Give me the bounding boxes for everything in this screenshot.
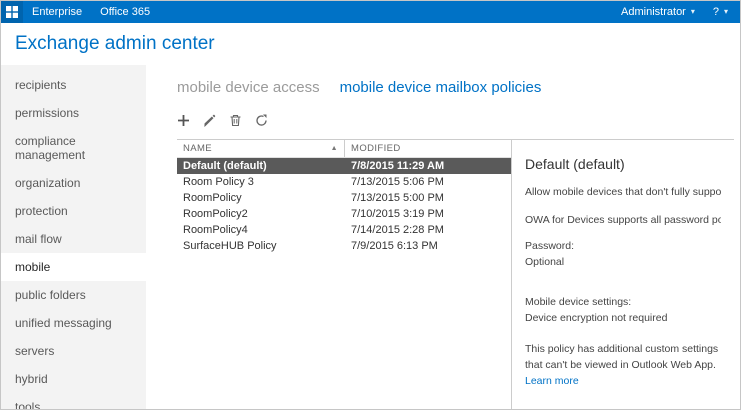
sidebar-item-public-folders[interactable]: public folders: [1, 281, 146, 309]
table-row[interactable]: SurfaceHUB Policy 7/9/2015 6:13 PM: [177, 238, 511, 254]
details-title: Default (default): [525, 156, 721, 172]
table-row[interactable]: Default (default) 7/8/2015 11:29 AM: [177, 158, 511, 174]
add-icon: [177, 114, 190, 130]
table-row[interactable]: RoomPolicy 7/13/2015 5:00 PM: [177, 190, 511, 206]
policy-modified: 7/13/2015 5:00 PM: [345, 190, 444, 206]
delete-icon: [229, 114, 242, 130]
user-menu[interactable]: Administrator ▾: [621, 6, 695, 18]
tab-mobile-device-access[interactable]: mobile device access: [177, 79, 320, 96]
password-label: Password:: [525, 240, 721, 252]
details-description: Allow mobile devices that don't fully su…: [525, 186, 721, 198]
toolbar: [177, 114, 734, 129]
custom-settings-note-text: This policy has additional custom settin…: [525, 343, 718, 371]
policy-name: RoomPolicy4: [177, 222, 345, 238]
details-owa-note: OWA for Devices supports all password po…: [525, 214, 721, 226]
policy-modified: 7/13/2015 5:06 PM: [345, 174, 444, 190]
policy-name: Default (default): [177, 158, 345, 174]
sidebar-item-compliance-management[interactable]: compliance management: [1, 127, 146, 169]
column-header-name[interactable]: NAME ▲: [177, 140, 345, 157]
custom-settings-note: This policy has additional custom settin…: [525, 342, 721, 389]
chevron-down-icon: ▾: [691, 8, 695, 16]
page-body: recipients permissions compliance manage…: [1, 65, 740, 409]
policy-modified: 7/9/2015 6:13 PM: [345, 238, 438, 254]
policy-list: NAME ▲ MODIFIED Default (default) 7/8/20…: [177, 140, 511, 409]
tab-mobile-device-mailbox-policies[interactable]: mobile device mailbox policies: [340, 79, 542, 96]
topbar-right: Administrator ▾ ? ▾: [621, 6, 740, 18]
tab-bar: mobile device access mobile device mailb…: [177, 79, 734, 96]
learn-more-link[interactable]: Learn more: [525, 375, 579, 387]
column-header-modified[interactable]: MODIFIED: [345, 143, 401, 154]
password-value: Optional: [525, 256, 721, 268]
page-title: Exchange admin center: [15, 33, 215, 55]
main-content: mobile device access mobile device mailb…: [146, 65, 740, 409]
policy-name: RoomPolicy2: [177, 206, 345, 222]
office365-link[interactable]: Office 365: [91, 1, 159, 23]
refresh-icon: [255, 114, 268, 130]
sidebar-item-permissions[interactable]: permissions: [1, 99, 146, 127]
exchange-admin-center-window: Enterprise Office 365 Administrator ▾ ? …: [0, 0, 741, 410]
sidebar-item-mail-flow[interactable]: mail flow: [1, 225, 146, 253]
add-button[interactable]: [177, 114, 190, 129]
device-settings-value: Device encryption not required: [525, 312, 721, 324]
column-name-label: NAME: [183, 143, 212, 154]
edit-icon: [203, 114, 216, 130]
sidebar-item-unified-messaging[interactable]: unified messaging: [1, 309, 146, 337]
feature-sidebar: recipients permissions compliance manage…: [1, 65, 146, 409]
sidebar-item-protection[interactable]: protection: [1, 197, 146, 225]
table-row[interactable]: Room Policy 3 7/13/2015 5:06 PM: [177, 174, 511, 190]
policy-name: Room Policy 3: [177, 174, 345, 190]
device-settings-label: Mobile device settings:: [525, 296, 721, 308]
table-header: NAME ▲ MODIFIED: [177, 140, 511, 158]
sidebar-item-servers[interactable]: servers: [1, 337, 146, 365]
user-menu-label: Administrator: [621, 6, 686, 18]
tenant-link[interactable]: Enterprise: [23, 1, 91, 23]
top-bar: Enterprise Office 365 Administrator ▾ ? …: [1, 1, 740, 23]
table-row[interactable]: RoomPolicy2 7/10/2015 3:19 PM: [177, 206, 511, 222]
sidebar-item-recipients[interactable]: recipients: [1, 71, 146, 99]
policy-modified: 7/10/2015 3:19 PM: [345, 206, 444, 222]
details-pane: Default (default) Allow mobile devices t…: [511, 140, 734, 409]
edit-button[interactable]: [203, 114, 216, 129]
sidebar-item-tools[interactable]: tools: [1, 393, 146, 410]
page-header: Exchange admin center: [1, 23, 740, 65]
refresh-button[interactable]: [255, 114, 268, 129]
help-menu-label: ?: [713, 6, 719, 18]
sidebar-item-hybrid[interactable]: hybrid: [1, 365, 146, 393]
sidebar-item-mobile[interactable]: mobile: [1, 253, 146, 281]
sort-ascending-icon: ▲: [331, 145, 338, 152]
office-logo-icon[interactable]: [1, 1, 23, 23]
policy-name: RoomPolicy: [177, 190, 345, 206]
policies-content: NAME ▲ MODIFIED Default (default) 7/8/20…: [177, 139, 734, 409]
delete-button[interactable]: [229, 114, 242, 129]
sidebar-item-organization[interactable]: organization: [1, 169, 146, 197]
chevron-down-icon: ▾: [724, 8, 728, 16]
help-menu[interactable]: ? ▾: [713, 6, 728, 18]
policy-modified: 7/14/2015 2:28 PM: [345, 222, 444, 238]
policy-name: SurfaceHUB Policy: [177, 238, 345, 254]
table-row[interactable]: RoomPolicy4 7/14/2015 2:28 PM: [177, 222, 511, 238]
policy-modified: 7/8/2015 11:29 AM: [345, 158, 444, 174]
